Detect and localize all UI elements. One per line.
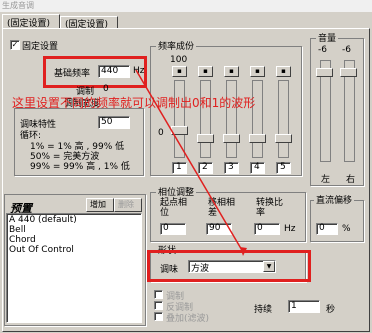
duration-unit: 秒 xyxy=(326,305,336,315)
fixed-settings-checkbox[interactable]: ✓ xyxy=(10,40,20,50)
volume-scale-left: -6 xyxy=(318,45,327,55)
volume-right-thumb[interactable] xyxy=(340,68,357,77)
freq-slider-2[interactable] xyxy=(200,80,211,158)
freq-step-button-1[interactable]: ▪ xyxy=(172,66,187,77)
freq-components-title: 频率成份 xyxy=(156,39,197,52)
overlay-filter-label: 叠加(滤波) xyxy=(166,314,210,324)
freq-slider-thumb-4[interactable] xyxy=(249,134,266,143)
phase-ratio-unit: Hz xyxy=(284,224,296,234)
freq-slider-4[interactable] xyxy=(252,80,263,158)
tab-fixed-settings-1[interactable]: (固定设置) xyxy=(2,14,60,29)
duration-label: 持续 xyxy=(254,305,273,315)
delete-preset-button[interactable]: 删除 xyxy=(114,198,142,212)
dc-offset-value: 0 xyxy=(319,223,325,233)
volume-left-label: 左 xyxy=(321,175,331,185)
freq-slider-thumb-5[interactable] xyxy=(275,134,292,143)
dc-offset-input[interactable]: 0 xyxy=(316,223,338,235)
phase-start-value: 0 xyxy=(163,223,169,233)
dc-offset-unit: % xyxy=(342,224,351,234)
freq-col-label-1: 1 xyxy=(172,162,187,174)
duration-input[interactable]: 1 xyxy=(288,300,320,313)
phase-ratio-label: 转换比率 xyxy=(256,198,284,218)
duration-value: 1 xyxy=(291,301,297,311)
phase-shift-value: 90 xyxy=(209,223,221,233)
freq-step-button-4[interactable]: ▪ xyxy=(250,66,265,77)
preset-list[interactable]: A 440 (default) Bell Chord Out Of Contro… xyxy=(6,213,142,323)
phase-start-input[interactable]: 0 xyxy=(160,223,186,235)
freq-slider-thumb-2[interactable] xyxy=(197,134,214,143)
freq-col-label-text: 1 xyxy=(176,162,182,172)
freq-slider-5[interactable] xyxy=(278,80,289,158)
freq-slider-3[interactable] xyxy=(226,80,237,158)
list-item[interactable]: Out Of Control xyxy=(9,245,74,255)
volume-right-label: 右 xyxy=(346,175,356,185)
shape-highlight xyxy=(147,250,311,282)
tuning-value: 50 xyxy=(101,117,113,127)
modulation-value: 0 xyxy=(103,84,109,94)
delete-preset-label: 删除 xyxy=(118,200,134,209)
overlay-filter-checkbox[interactable] xyxy=(154,312,163,321)
reverse-modulate-checkbox[interactable] xyxy=(154,301,163,310)
freq-slider-thumb-1[interactable] xyxy=(171,126,188,135)
list-item[interactable]: Chord xyxy=(9,235,36,245)
fixed-settings-label: 固定设置 xyxy=(22,42,59,52)
phase-ratio-value: 0 xyxy=(257,223,263,233)
freq-scale-top: 100 xyxy=(170,55,188,65)
freq-col-label-text: 5 xyxy=(280,162,286,172)
phase-shift-input[interactable]: 90 xyxy=(206,223,232,235)
freq-step-button-5[interactable]: ▪ xyxy=(276,66,291,77)
dc-offset-group xyxy=(310,200,364,242)
list-item[interactable]: Bell xyxy=(9,225,26,235)
freq-col-label-text: 3 xyxy=(228,162,234,172)
add-preset-label: 增加 xyxy=(90,200,106,209)
freq-col-label-5: 5 xyxy=(276,162,291,174)
freq-col-label-2: 2 xyxy=(198,162,213,174)
freq-col-label-text: 4 xyxy=(254,162,260,172)
window-title: 生成音调 xyxy=(0,0,372,12)
freq-step-button-3[interactable]: ▪ xyxy=(224,66,239,77)
annotation-text: 这里设置不同的频率就可以调制出0和1的波形 xyxy=(12,96,256,110)
phase-title: 相位调整 xyxy=(156,185,197,198)
freq-slider-thumb-3[interactable] xyxy=(223,134,240,143)
list-item[interactable]: A 440 (default) xyxy=(9,215,77,225)
phase-ratio-input[interactable]: 0 xyxy=(254,223,280,235)
freq-step-button-2[interactable]: ▪ xyxy=(198,66,213,77)
freq-scale-zero: 0 xyxy=(158,128,164,138)
tuning-line-3: 99% = 99% 高 , 1% 低 xyxy=(30,162,130,172)
phase-start-label: 起点相位 xyxy=(160,198,188,218)
tuning-input[interactable]: 50 xyxy=(98,116,130,129)
volume-group xyxy=(310,38,364,186)
phase-shift-label: 移相相差 xyxy=(208,198,236,218)
add-preset-button[interactable]: 增加 xyxy=(86,198,114,212)
base-freq-highlight xyxy=(43,56,147,88)
freq-col-label-3: 3 xyxy=(224,162,239,174)
freq-slider-1[interactable] xyxy=(174,80,185,158)
dc-offset-title: 直流偏移 xyxy=(314,193,355,206)
volume-left-thumb[interactable] xyxy=(316,68,333,77)
volume-title: 音量 xyxy=(316,31,339,44)
freq-col-label-4: 4 xyxy=(250,162,265,174)
modulate-checkbox[interactable] xyxy=(154,290,163,299)
volume-scale-right: -6 xyxy=(342,45,351,55)
freq-col-label-text: 2 xyxy=(202,162,208,172)
